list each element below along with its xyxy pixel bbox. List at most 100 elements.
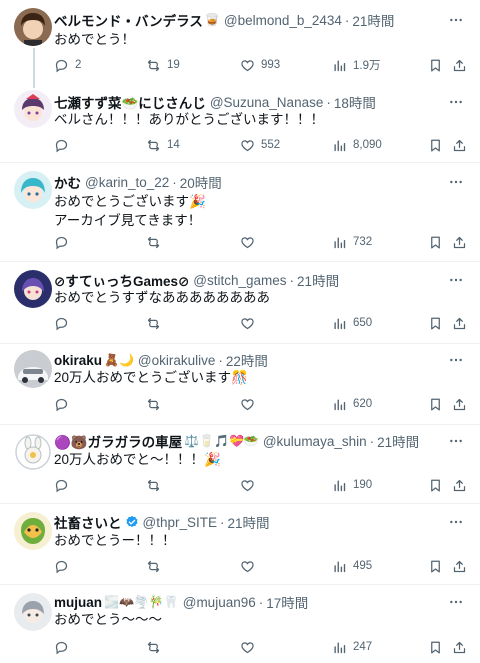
user-handle[interactable]: @thpr_SITE	[143, 515, 217, 530]
bookmark-button[interactable]	[428, 313, 443, 333]
reply-button[interactable]	[54, 556, 69, 576]
display-name[interactable]: ⊘すてぃっちGames⊘	[54, 270, 189, 290]
bookmark-button[interactable]	[428, 475, 443, 495]
avatar[interactable]	[14, 90, 52, 128]
timestamp[interactable]: 18時間	[334, 92, 376, 112]
share-button[interactable]	[452, 556, 467, 576]
more-icon[interactable]	[446, 270, 466, 290]
tweet[interactable]: ⊘すてぃっちGames⊘ @stitch_games · 21時間 おめでとうす…	[0, 262, 480, 343]
tweet[interactable]: 社畜さいと @thpr_SITE · 21時間 おめでとうー！！！ 495	[0, 504, 480, 584]
user-handle[interactable]: @okirakulive	[138, 353, 215, 368]
bookmark-button[interactable]	[428, 135, 443, 155]
user-handle[interactable]: @Suzuna_Nanase	[210, 95, 324, 110]
share-button[interactable]	[452, 55, 467, 75]
timestamp[interactable]: 21時間	[352, 10, 394, 30]
user-handle[interactable]: @mujuan96	[183, 595, 256, 610]
timestamp[interactable]: 21時間	[377, 431, 419, 451]
display-name[interactable]: okiraku	[54, 353, 102, 368]
views-button[interactable]: 650	[332, 313, 372, 333]
like-button[interactable]	[240, 394, 255, 414]
reply-button[interactable]: 2	[54, 55, 81, 75]
display-name[interactable]: 社畜さいと	[54, 512, 122, 532]
timestamp[interactable]: 22時間	[226, 350, 268, 370]
avatar[interactable]	[14, 350, 52, 388]
reply-button[interactable]	[54, 313, 69, 333]
retweet-button[interactable]: 19	[146, 55, 180, 75]
reply-button[interactable]	[54, 232, 69, 252]
more-icon[interactable]	[446, 172, 466, 192]
more-icon[interactable]	[446, 512, 466, 532]
like-button[interactable]	[240, 232, 255, 252]
avatar[interactable]	[14, 512, 52, 550]
timestamp[interactable]: 21時間	[227, 512, 269, 532]
reply-button[interactable]	[54, 394, 69, 414]
display-name[interactable]: ベルモンド・バンデラス	[54, 10, 203, 30]
reply-button[interactable]	[54, 135, 75, 155]
more-icon[interactable]	[446, 592, 466, 612]
avatar[interactable]	[14, 270, 52, 308]
views-button[interactable]: 8,090	[332, 135, 382, 155]
views-button[interactable]: 247	[332, 637, 372, 657]
retweet-button[interactable]	[146, 313, 161, 333]
bookmark-button[interactable]	[428, 55, 443, 75]
display-name[interactable]: 🟣🐻ガラガラの車屋	[54, 431, 182, 451]
more-icon[interactable]	[446, 350, 466, 370]
more-icon[interactable]	[446, 10, 466, 30]
more-icon[interactable]	[446, 431, 466, 451]
tweet[interactable]: okiraku 🧸🌙 @okirakulive · 22時間 20万人おめでとう…	[0, 344, 480, 424]
user-handle[interactable]: @kulumaya_shin	[263, 434, 367, 449]
view-count: 8,090	[353, 139, 382, 151]
tweet[interactable]: 七瀬すず菜🥗にじさんじ @Suzuna_Nanase · 18時間 ベルさん！！…	[0, 82, 480, 162]
avatar[interactable]	[14, 171, 52, 209]
retweet-button[interactable]	[146, 637, 161, 657]
reply-button[interactable]	[54, 475, 69, 495]
bookmark-icon	[428, 397, 443, 412]
like-button[interactable]	[240, 556, 255, 576]
tweet[interactable]: かむ @karin_to_22 · 20時間 おめでとうございます🎉 アーカイブ…	[0, 163, 480, 261]
more-icon[interactable]	[446, 92, 466, 112]
user-handle[interactable]: @karin_to_22	[85, 175, 169, 190]
share-button[interactable]	[452, 394, 467, 414]
like-button[interactable]: 552	[240, 135, 280, 155]
share-button[interactable]	[452, 475, 467, 495]
bookmark-button[interactable]	[428, 394, 443, 414]
retweet-button[interactable]	[146, 556, 161, 576]
tweet[interactable]: 🟣🐻ガラガラの車屋 ⚖️🥛🎵💝🥗 @kulumaya_shin · 21時間 2…	[0, 425, 480, 503]
avatar[interactable]	[14, 8, 52, 46]
like-button[interactable]	[240, 313, 255, 333]
share-button[interactable]	[452, 637, 467, 657]
timestamp[interactable]: 21時間	[297, 270, 339, 290]
display-name[interactable]: mujuan	[54, 595, 102, 610]
views-button[interactable]: 495	[332, 556, 372, 576]
name-emoji: ⚖️🥛🎵💝🥗	[184, 434, 259, 448]
display-name[interactable]: 七瀬すず菜🥗にじさんじ	[54, 92, 206, 112]
like-button[interactable]: 993	[240, 55, 280, 75]
user-handle[interactable]: @belmond_b_2434	[224, 13, 342, 28]
bookmark-button[interactable]	[428, 556, 443, 576]
views-button[interactable]: 190	[332, 475, 372, 495]
avatar[interactable]	[14, 593, 52, 631]
display-name[interactable]: かむ	[54, 172, 81, 192]
retweet-button[interactable]: 14	[146, 135, 180, 155]
separator-dot: ·	[219, 514, 225, 530]
retweet-button[interactable]	[146, 475, 161, 495]
timestamp[interactable]: 17時間	[266, 592, 308, 612]
timestamp[interactable]: 20時間	[180, 172, 222, 192]
share-button[interactable]	[452, 313, 467, 333]
like-button[interactable]	[240, 637, 255, 657]
like-button[interactable]	[240, 475, 255, 495]
tweet[interactable]: ベルモンド・バンデラス 🥃 @belmond_b_2434 · 21時間 おめで…	[0, 0, 480, 82]
views-button[interactable]: 620	[332, 394, 372, 414]
bookmark-button[interactable]	[428, 637, 443, 657]
views-button[interactable]: 1.9万	[332, 55, 381, 75]
share-button[interactable]	[452, 135, 467, 155]
tweet[interactable]: mujuan 🌫️🦇🌪️🎋🦷 @mujuan96 · 17時間 おめでとう〜〜〜…	[0, 585, 480, 663]
reply-button[interactable]	[54, 637, 69, 657]
retweet-button[interactable]	[146, 232, 161, 252]
bookmark-button[interactable]	[428, 232, 443, 252]
avatar[interactable]	[14, 433, 52, 471]
share-button[interactable]	[452, 232, 467, 252]
views-button[interactable]: 732	[332, 232, 372, 252]
retweet-button[interactable]	[146, 394, 161, 414]
user-handle[interactable]: @stitch_games	[193, 273, 286, 288]
